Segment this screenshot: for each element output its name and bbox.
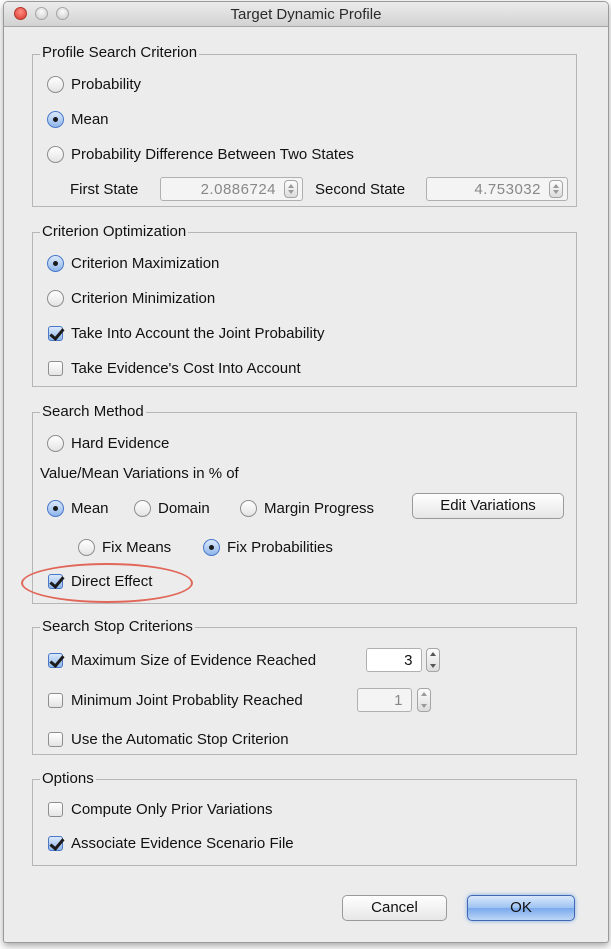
margin-progress-option[interactable]: Margin Progress xyxy=(240,500,374,517)
first-state-spinner[interactable]: 2.0886724 xyxy=(160,177,303,201)
first-state-label: First State xyxy=(70,181,139,198)
fix-probabilities-radio[interactable] xyxy=(203,539,220,556)
max-size-checkbox[interactable] xyxy=(48,653,63,668)
search-method-legend: Search Method xyxy=(40,403,146,420)
variation-mean-radio[interactable] xyxy=(47,500,64,517)
probability-radio[interactable] xyxy=(47,76,64,93)
window-title: Target Dynamic Profile xyxy=(230,6,382,23)
second-state-label: Second State xyxy=(315,181,406,198)
evidence-cost-label: Take Evidence's Cost Into Account xyxy=(71,360,301,377)
min-joint-input[interactable]: 1 xyxy=(357,688,412,712)
fix-means-radio[interactable] xyxy=(78,539,95,556)
maximization-radio[interactable] xyxy=(47,255,64,272)
prior-only-label: Compute Only Prior Variations xyxy=(71,801,273,818)
criterion-optimization-legend: Criterion Optimization xyxy=(40,223,189,240)
automatic-stop-checkbox[interactable] xyxy=(48,732,63,747)
hard-evidence-label: Hard Evidence xyxy=(71,435,170,452)
mean-radio[interactable] xyxy=(47,111,64,128)
automatic-stop-label: Use the Automatic Stop Criterion xyxy=(71,731,289,748)
second-state-value: 4.753032 xyxy=(474,181,541,198)
max-size-stepper-icon[interactable] xyxy=(426,648,440,672)
domain-label: Domain xyxy=(158,500,210,517)
fix-probabilities-label: Fix Probabilities xyxy=(227,539,333,556)
minimization-label: Criterion Minimization xyxy=(71,290,216,307)
margin-progress-radio[interactable] xyxy=(240,500,257,517)
min-joint-label: Minimum Joint Probablity Reached xyxy=(71,692,303,709)
prob-diff-radio[interactable] xyxy=(47,146,64,163)
mean-option[interactable]: Mean xyxy=(47,111,109,128)
options-legend: Options xyxy=(40,770,96,787)
max-size-option[interactable]: Maximum Size of Evidence Reached xyxy=(48,652,316,669)
max-size-value: 3 xyxy=(404,652,413,669)
associate-option[interactable]: Associate Evidence Scenario File xyxy=(48,835,294,852)
prob-diff-label: Probability Difference Between Two State… xyxy=(71,146,354,163)
joint-probability-label: Take Into Account the Joint Probability xyxy=(71,325,325,342)
probability-label: Probability xyxy=(71,76,142,93)
evidence-cost-option[interactable]: Take Evidence's Cost Into Account xyxy=(48,360,301,377)
cancel-button[interactable]: Cancel xyxy=(342,895,447,921)
stop-criterions-legend: Search Stop Criterions xyxy=(40,618,195,635)
joint-probability-checkbox[interactable] xyxy=(48,326,63,341)
max-size-label: Maximum Size of Evidence Reached xyxy=(71,652,317,669)
maximization-option[interactable]: Criterion Maximization xyxy=(47,255,219,272)
direct-effect-highlight xyxy=(21,563,193,603)
profile-search-legend: Profile Search Criterion xyxy=(40,44,200,61)
prob-diff-option[interactable]: Probability Difference Between Two State… xyxy=(47,146,354,163)
variations-label: Value/Mean Variations in % of xyxy=(40,465,239,482)
probability-option[interactable]: Probability xyxy=(47,76,141,93)
first-state-value: 2.0886724 xyxy=(200,181,276,198)
hard-evidence-radio[interactable] xyxy=(47,435,64,452)
ok-button[interactable]: OK xyxy=(467,895,575,921)
associate-label: Associate Evidence Scenario File xyxy=(71,835,294,852)
fix-means-option[interactable]: Fix Means xyxy=(78,539,171,556)
variation-mean-label: Mean xyxy=(71,500,109,517)
title-bar[interactable]: Target Dynamic Profile xyxy=(4,2,608,27)
min-joint-value: 1 xyxy=(394,692,403,709)
mean-label: Mean xyxy=(71,111,109,128)
min-joint-option[interactable]: Minimum Joint Probablity Reached xyxy=(48,692,303,709)
min-joint-checkbox[interactable] xyxy=(48,693,63,708)
fix-means-label: Fix Means xyxy=(102,539,172,556)
associate-checkbox[interactable] xyxy=(48,836,63,851)
automatic-stop-option[interactable]: Use the Automatic Stop Criterion xyxy=(48,731,289,748)
maximization-label: Criterion Maximization xyxy=(71,255,220,272)
evidence-cost-checkbox[interactable] xyxy=(48,361,63,376)
min-joint-stepper-icon[interactable] xyxy=(417,688,431,712)
joint-probability-option[interactable]: Take Into Account the Joint Probability xyxy=(48,325,324,342)
domain-option[interactable]: Domain xyxy=(134,500,210,517)
fix-probabilities-option[interactable]: Fix Probabilities xyxy=(203,539,333,556)
hard-evidence-option[interactable]: Hard Evidence xyxy=(47,435,169,452)
first-state-stepper-icon[interactable] xyxy=(284,180,298,198)
max-size-input[interactable]: 3 xyxy=(366,648,422,672)
prior-only-option[interactable]: Compute Only Prior Variations xyxy=(48,801,272,818)
edit-variations-button[interactable]: Edit Variations xyxy=(412,493,564,519)
options-group xyxy=(32,779,577,866)
margin-progress-label: Margin Progress xyxy=(264,500,375,517)
prior-only-checkbox[interactable] xyxy=(48,802,63,817)
second-state-spinner[interactable]: 4.753032 xyxy=(426,177,568,201)
variation-mean-option[interactable]: Mean xyxy=(47,500,109,517)
minimization-option[interactable]: Criterion Minimization xyxy=(47,290,215,307)
second-state-stepper-icon[interactable] xyxy=(549,180,563,198)
minimization-radio[interactable] xyxy=(47,290,64,307)
domain-radio[interactable] xyxy=(134,500,151,517)
